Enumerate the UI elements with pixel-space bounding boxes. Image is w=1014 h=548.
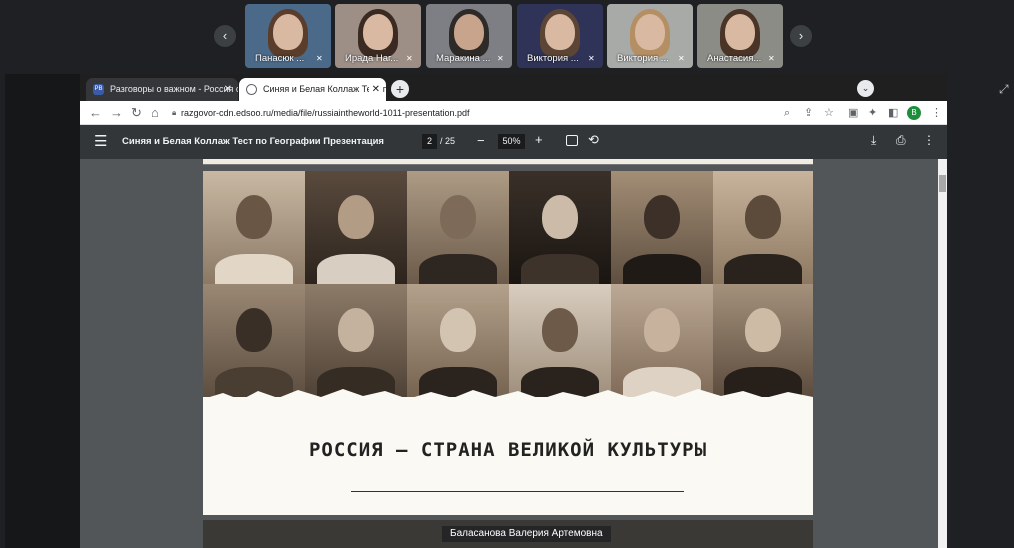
portrait-photo [407,171,509,284]
portrait-photo [713,171,813,284]
favicon-icon: РВ [93,84,104,95]
portrait-photo [611,171,713,284]
slide-title: РОССИЯ – СТРАНА ВЕЛИКОЙ КУЛЬТУРЫ [308,439,708,461]
bookmark-star-icon[interactable]: ☆ [824,106,834,120]
tab-label: Разговоры о важном - Россия с [110,84,238,94]
vertical-scrollbar[interactable] [938,159,947,548]
participant-tile[interactable]: Виктория ... ✕ [607,4,693,68]
page-total: / 25 [440,136,456,146]
shared-screen: РВ Разговоры о важном - Россия с ✕ Синяя… [5,74,947,548]
back-icon[interactable]: ← [89,105,102,121]
fit-page-icon[interactable] [566,135,578,146]
previous-page-edge [203,159,813,165]
profile-avatar[interactable]: B [907,106,921,120]
pdf-viewer[interactable]: РОССИЯ – СТРАНА ВЕЛИКОЙ КУЛЬТУРЫ [80,159,947,548]
pdf-toolbar: ☰ Синяя и Белая Коллаж Тест по Географии… [80,125,947,159]
mic-off-icon: ✕ [768,54,775,63]
pdf-page: РОССИЯ – СТРАНА ВЕЛИКОЙ КУЛЬТУРЫ [203,171,813,515]
extension-icon[interactable]: ▣ [848,106,858,120]
portrait-photo [509,284,611,397]
portrait-photo [713,284,813,397]
zoom-in-button[interactable]: + [535,132,543,147]
zoom-out-button[interactable]: − [477,133,485,148]
kebab-menu-icon[interactable]: ⋮ [931,106,942,120]
close-tab-icon[interactable]: ✕ [224,78,232,101]
home-icon[interactable]: ⌂ [151,105,159,121]
participant-tile[interactable]: Ирада Наг... ✕ [335,4,421,68]
puzzle-icon[interactable]: ✦ [868,106,877,120]
portrait-photo [305,171,407,284]
participant-tile[interactable]: Панасюк ... ✕ [245,4,331,68]
title-underline [351,491,684,492]
chevron-left-icon: ‹ [222,28,228,43]
rotate-icon[interactable]: ⟲ [588,132,599,148]
close-tab-icon[interactable]: ✕ [368,78,380,101]
participant-tile[interactable]: Анастасия... ✕ [697,4,783,68]
share-icon[interactable]: ⇪ [804,106,813,120]
address-bar: ← → ↻ ⌂ 🔒︎ razgovor-cdn.edsoo.ru/media/f… [80,101,947,125]
zoom-search-icon[interactable]: ⌕ [784,106,790,120]
portrait-photo [203,284,305,397]
torn-paper-edge [203,389,813,415]
new-tab-button[interactable]: + [391,80,409,98]
hamburger-menu-icon[interactable]: ☰ [94,132,107,150]
mic-off-icon: ✕ [497,54,504,63]
reload-icon[interactable]: ↻ [131,105,142,121]
download-icon[interactable]: ⤓ [871,133,876,148]
mic-off-icon: ✕ [678,54,685,63]
mic-off-icon: ✕ [406,54,413,63]
more-options-icon[interactable]: ⋮ [923,133,935,147]
participant-tile[interactable]: Маракина ... ✕ [426,4,512,68]
url-field[interactable]: razgovor-cdn.edsoo.ru/media/file/russiai… [181,108,470,118]
tab-search-icon[interactable]: ⌄ [857,80,874,97]
mic-off-icon: ✕ [588,54,595,63]
portrait-photo [203,171,305,284]
portrait-photo [305,284,407,397]
tab-razgovory[interactable]: РВ Разговоры о важном - Россия с ✕ [86,78,238,101]
portrait-photo [509,171,611,284]
chevron-right-icon: › [798,28,804,43]
side-panel-icon[interactable]: ◧ [888,106,898,120]
lock-icon[interactable]: 🔒︎ [172,108,176,118]
participant-tile[interactable]: Виктория ... ✕ [517,4,603,68]
strip-next-button[interactable]: › [790,25,812,47]
expand-icon[interactable]: ⤢ [999,82,1009,97]
scrollbar-thumb[interactable] [939,175,946,192]
speaker-name-label: Баласанова Валерия Артемовна [442,526,611,542]
portrait-photo [407,284,509,397]
browser-tab-bar: РВ Разговоры о важном - Россия с ✕ Синяя… [80,74,947,101]
tab-pdf[interactable]: Синяя и Белая Коллаж Тест по Г ✕ [239,78,386,101]
page-number-input[interactable]: 2 [422,134,437,149]
portrait-photo [611,284,713,397]
pdf-title: Синяя и Белая Коллаж Тест по Географии П… [122,136,384,147]
mic-off-icon: ✕ [316,54,323,63]
strip-prev-button[interactable]: ‹ [214,25,236,47]
print-icon[interactable]: ⎙ [896,133,906,148]
tab-label: Синяя и Белая Коллаж Тест по Г [263,84,386,94]
conference-screen: ‹ Панасюк ... ✕ Ирада Наг... ✕ Маракина ..… [0,0,1014,548]
zoom-input[interactable]: 50% [498,134,525,149]
globe-icon [246,84,257,95]
forward-icon[interactable]: → [110,105,123,121]
